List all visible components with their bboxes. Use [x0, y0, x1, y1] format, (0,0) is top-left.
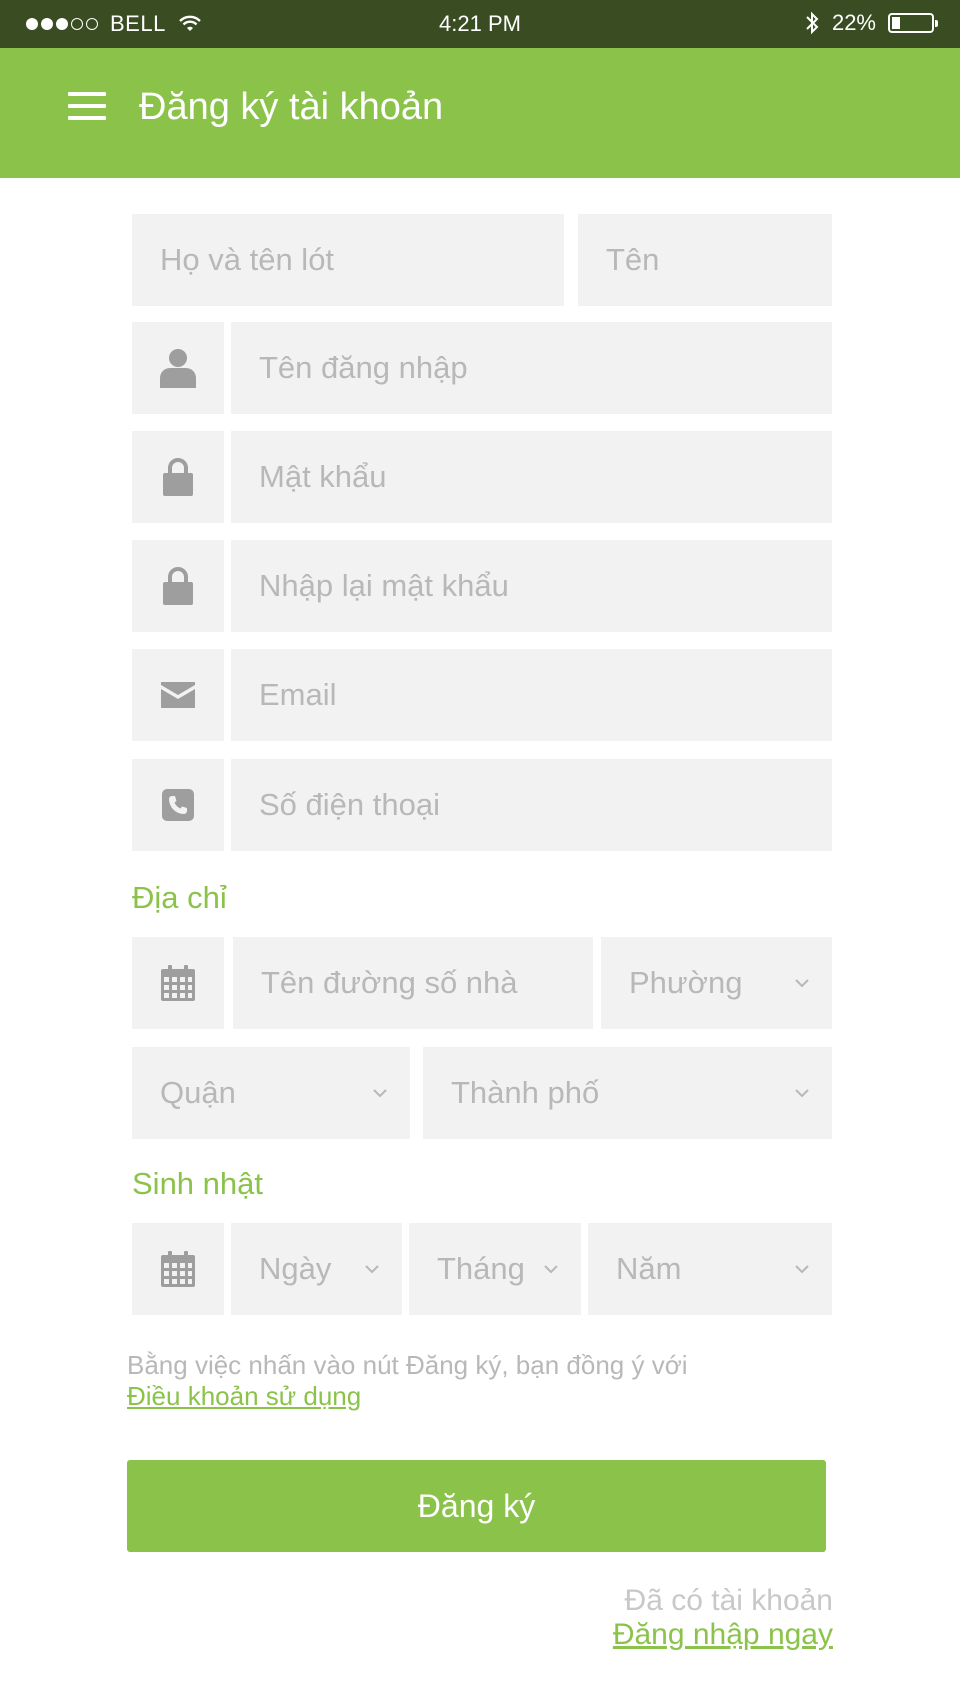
- ward-select-label: Phường: [629, 965, 743, 1000]
- day-select-label: Ngày: [259, 1251, 332, 1286]
- last-middle-name-input[interactable]: [132, 214, 564, 306]
- lock-icon: [163, 567, 193, 605]
- confirm-password-input[interactable]: [231, 540, 832, 632]
- first-name-input[interactable]: [578, 214, 832, 306]
- phone-input[interactable]: [231, 759, 832, 851]
- page-title: Đăng ký tài khoản: [139, 86, 444, 128]
- app-bar: Đăng ký tài khoản: [0, 48, 960, 178]
- password-input[interactable]: [231, 431, 832, 523]
- address-icon-box: [132, 937, 224, 1029]
- month-select-label: Tháng: [437, 1251, 525, 1286]
- username-input[interactable]: [231, 322, 832, 414]
- battery-percent: 22%: [831, 10, 876, 35]
- phone-icon-box: [132, 759, 224, 851]
- address-label: Địa chỉ: [132, 880, 227, 915]
- birthday-icon-box: [132, 1223, 224, 1315]
- lock-icon: [163, 458, 193, 496]
- envelope-icon: [161, 682, 195, 708]
- chevron-down-icon: [795, 1265, 809, 1274]
- street-input[interactable]: [233, 937, 593, 1029]
- calendar-icon: [161, 965, 195, 1001]
- chevron-down-icon: [373, 1089, 387, 1098]
- terms-link[interactable]: Điều khoản sử dụng: [127, 1381, 361, 1412]
- district-select-label: Quận: [160, 1075, 236, 1110]
- status-right: 22%: [804, 10, 938, 36]
- user-icon: [160, 349, 196, 388]
- hamburger-icon[interactable]: [68, 92, 106, 122]
- ward-select[interactable]: Phường: [601, 937, 832, 1029]
- chevron-down-icon: [795, 979, 809, 988]
- status-bar: BELL 4:21 PM 22%: [0, 0, 960, 48]
- battery-fill: [892, 17, 900, 29]
- login-link[interactable]: Đăng nhập ngay: [613, 1618, 833, 1652]
- phone-icon: [162, 789, 194, 821]
- month-select[interactable]: Tháng: [409, 1223, 581, 1315]
- city-select[interactable]: Thành phố: [423, 1047, 832, 1139]
- district-select[interactable]: Quận: [132, 1047, 410, 1139]
- day-select[interactable]: Ngày: [231, 1223, 402, 1315]
- year-select[interactable]: Năm: [588, 1223, 832, 1315]
- birthday-label: Sinh nhật: [132, 1166, 263, 1201]
- email-icon-box: [132, 649, 224, 741]
- chevron-down-icon: [365, 1265, 379, 1274]
- password-icon-box: [132, 431, 224, 523]
- bluetooth-icon: [806, 11, 819, 35]
- calendar-icon: [161, 1251, 195, 1287]
- email-input[interactable]: [231, 649, 832, 741]
- have-account-text: Đã có tài khoản: [624, 1584, 833, 1617]
- register-button[interactable]: Đăng ký: [127, 1460, 826, 1552]
- terms-text: Bằng việc nhấn vào nút Đăng ký, bạn đồng…: [127, 1350, 688, 1380]
- chevron-down-icon: [544, 1265, 558, 1274]
- confirm-password-icon-box: [132, 540, 224, 632]
- battery-icon: [888, 13, 938, 33]
- year-select-label: Năm: [616, 1251, 682, 1286]
- username-icon-box: [132, 322, 224, 414]
- chevron-down-icon: [795, 1089, 809, 1098]
- city-select-label: Thành phố: [451, 1075, 600, 1110]
